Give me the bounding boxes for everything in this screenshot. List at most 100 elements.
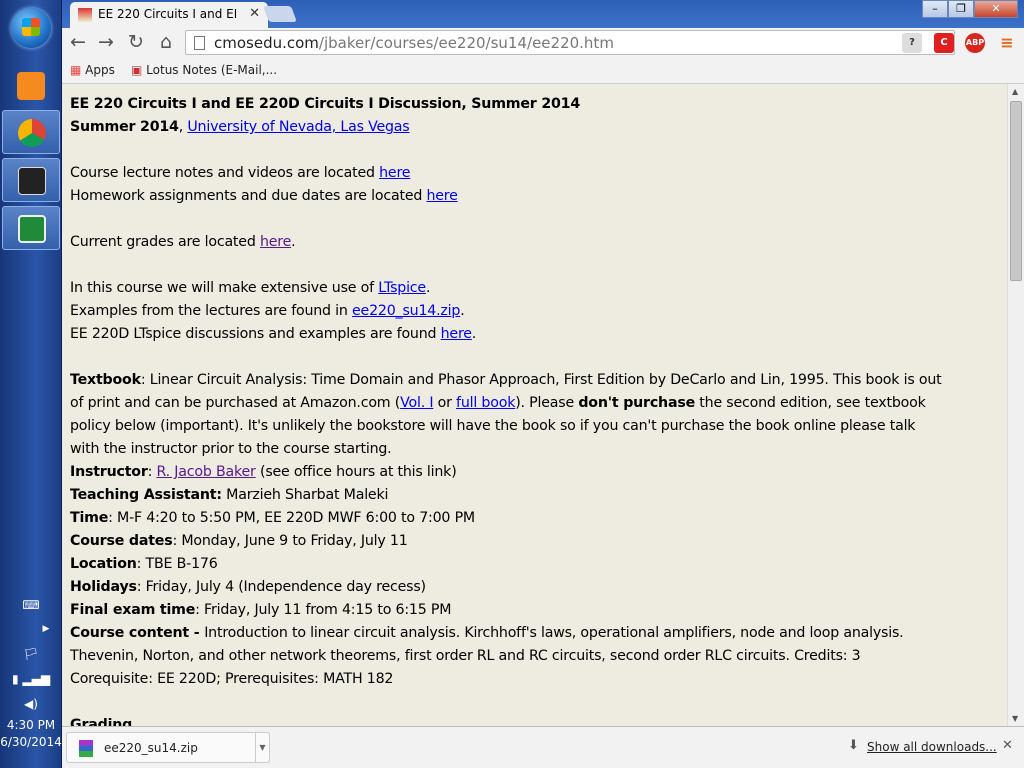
keyboard-icon[interactable]: ⌨ — [0, 598, 62, 612]
text: Corequisite: EE 220D; Prerequisites: MAT… — [70, 671, 394, 687]
home-button[interactable]: ⌂ — [154, 31, 178, 53]
text: Homework assignments and due dates are l… — [70, 188, 427, 204]
winrar-archive-icon — [79, 740, 93, 757]
new-tab-button[interactable] — [263, 6, 297, 22]
taskbar-media-player[interactable] — [2, 64, 60, 108]
windows-taskbar: ⌨ ▶ 🏳 ▮ ▂▄▆ ◀) 4:30 PM 6/30/2014 — [0, 0, 62, 768]
back-button[interactable]: ← — [66, 31, 90, 53]
text: policy below (important). It's unlikely … — [70, 418, 916, 434]
link-lecture-notes[interactable]: here — [379, 165, 410, 181]
scroll-up-arrow-icon[interactable]: ▲ — [1012, 87, 1018, 96]
apps-grid-icon: ▦ — [70, 63, 82, 77]
windows-logo-icon — [22, 18, 40, 36]
label: Time — [70, 510, 109, 526]
text: of print and can be purchased at Amazon.… — [70, 395, 401, 411]
label: Instructor — [70, 464, 148, 480]
text: : Friday, July 11 from 4:15 to 6:15 PM — [195, 602, 452, 618]
link-ltspice[interactable]: LTspice — [378, 280, 426, 296]
link-vol1[interactable]: Vol. I — [400, 395, 433, 411]
tab-ee220[interactable]: EE 220 Circuits I and EE 220D Circuits I… — [70, 2, 268, 28]
close-downloads-bar-icon[interactable]: ✕ — [1002, 738, 1013, 753]
text: Introduction to linear circuit analysis.… — [204, 625, 904, 641]
taskbar-camtasia[interactable] — [2, 206, 60, 250]
camtasia-icon — [18, 215, 46, 243]
link-homework[interactable]: here — [426, 188, 457, 204]
link-instructor[interactable]: R. Jacob Baker — [157, 464, 256, 480]
tab-strip: EE 220 Circuits I and EE 220D Circuits I… — [62, 0, 1024, 28]
download-options-dropdown[interactable]: ▼ — [255, 732, 270, 763]
text: . — [425, 280, 431, 296]
text: . — [291, 234, 296, 250]
media-player-icon — [17, 72, 45, 100]
text: Marzieh Sharbat Maleki — [221, 487, 389, 503]
text: (see office hours at this link) — [255, 464, 457, 480]
forward-button[interactable]: → — [94, 31, 118, 53]
menu-icon[interactable]: ≡ — [997, 33, 1017, 53]
address-bar[interactable]: cmosedu.com/jbaker/courses/ee220/su14/ee… — [185, 30, 955, 55]
bookmark-label: Lotus Notes (E-Mail,... — [146, 63, 278, 77]
term: Summer 2014 — [70, 119, 179, 135]
link-220d-discussions[interactable]: here — [441, 326, 472, 342]
link-grades[interactable]: here — [260, 234, 291, 250]
scroll-down-arrow-icon[interactable]: ▼ — [1012, 714, 1018, 723]
url-host: cmosedu.com — [214, 34, 319, 52]
bookmark-lotus-notes[interactable]: ▣ Lotus Notes (E-Mail,... — [131, 63, 277, 77]
favicon-icon — [78, 8, 92, 22]
toolbar: ← → ↻ ⌂ cmosedu.com/jbaker/courses/ee220… — [62, 28, 1024, 58]
label: Holidays — [70, 579, 137, 595]
url-path: /jbaker/courses/ee220/su14/ee220.htm — [318, 34, 614, 52]
emphasis: don't purchase — [578, 395, 695, 411]
adblock-plus-icon[interactable]: ABP — [965, 33, 985, 53]
text: . — [460, 303, 465, 319]
link-examples-zip[interactable]: ee220_su14.zip — [352, 303, 460, 319]
downloads-bar: ee220_su14.zip ▼ ⬇ Show all downloads...… — [62, 726, 1024, 768]
start-button[interactable] — [11, 8, 51, 48]
vertical-scrollbar[interactable]: ▲ ▼ — [1007, 84, 1024, 726]
taskbar-app-z[interactable] — [2, 158, 60, 202]
page-content: EE 220 Circuits I and EE 220D Circuits I… — [62, 84, 1007, 726]
bookmark-label: Apps — [85, 63, 115, 77]
text: : Linear Circuit Analysis: Time Domain a… — [140, 372, 942, 388]
show-all-downloads-link[interactable]: Show all downloads... — [867, 740, 997, 754]
close-window-button[interactable]: ✕ — [974, 0, 1018, 18]
text: : TBE B-176 — [136, 556, 218, 572]
label: Course content - — [70, 625, 205, 641]
minimize-button[interactable]: – — [922, 0, 948, 18]
label: Location — [70, 556, 137, 572]
maximize-button[interactable]: ❐ — [948, 0, 974, 18]
tab-title: EE 220 Circuits I and EE 220D Circuits I… — [98, 7, 236, 21]
tray-power-signal-icon[interactable]: ▮ ▂▄▆ — [0, 672, 62, 686]
label: Course dates — [70, 533, 173, 549]
extension-c-icon[interactable]: C — [934, 33, 954, 53]
clock-time[interactable]: 4:30 PM — [0, 718, 62, 732]
link-full-book[interactable]: full book — [456, 395, 515, 411]
tray-flag-icon[interactable]: 🏳 — [0, 647, 62, 661]
text: the second edition, see textbook — [695, 395, 926, 411]
label: Final exam time — [70, 602, 196, 618]
lotus-notes-icon: ▣ — [131, 63, 143, 77]
link-unlv[interactable]: University of Nevada, Las Vegas — [187, 119, 409, 135]
close-tab-icon[interactable]: ✕ — [249, 6, 260, 21]
scrollbar-thumb[interactable] — [1010, 101, 1022, 281]
label: Teaching Assistant: — [70, 487, 222, 503]
page-icon — [194, 36, 205, 50]
text: Thevenin, Norton, and other network theo… — [70, 648, 861, 664]
clock-date[interactable]: 6/30/2014 — [0, 735, 62, 749]
text: : Friday, July 4 (Independence day reces… — [136, 579, 426, 595]
extension-help-icon[interactable]: ? — [902, 33, 922, 53]
volume-icon[interactable]: ◀) — [0, 697, 62, 711]
text: In this course we will make extensive us… — [70, 280, 379, 296]
bookmarks-bar: ▦ Apps ▣ Lotus Notes (E-Mail,... — [62, 58, 1024, 84]
download-item[interactable]: ee220_su14.zip ▼ — [66, 732, 270, 763]
text: . — [471, 326, 477, 342]
text: EE 220D LTspice discussions and examples… — [70, 326, 441, 342]
text: Current grades are located — [70, 234, 260, 250]
taskbar-chrome[interactable] — [2, 110, 60, 154]
z-app-icon — [18, 167, 46, 195]
text: : — [147, 464, 157, 480]
text: with the instructor prior to the course … — [70, 441, 392, 457]
download-arrow-icon: ⬇ — [848, 738, 859, 753]
download-filename: ee220_su14.zip — [104, 741, 198, 755]
bookmark-apps[interactable]: ▦ Apps — [70, 63, 115, 77]
reload-button[interactable]: ↻ — [124, 31, 148, 53]
